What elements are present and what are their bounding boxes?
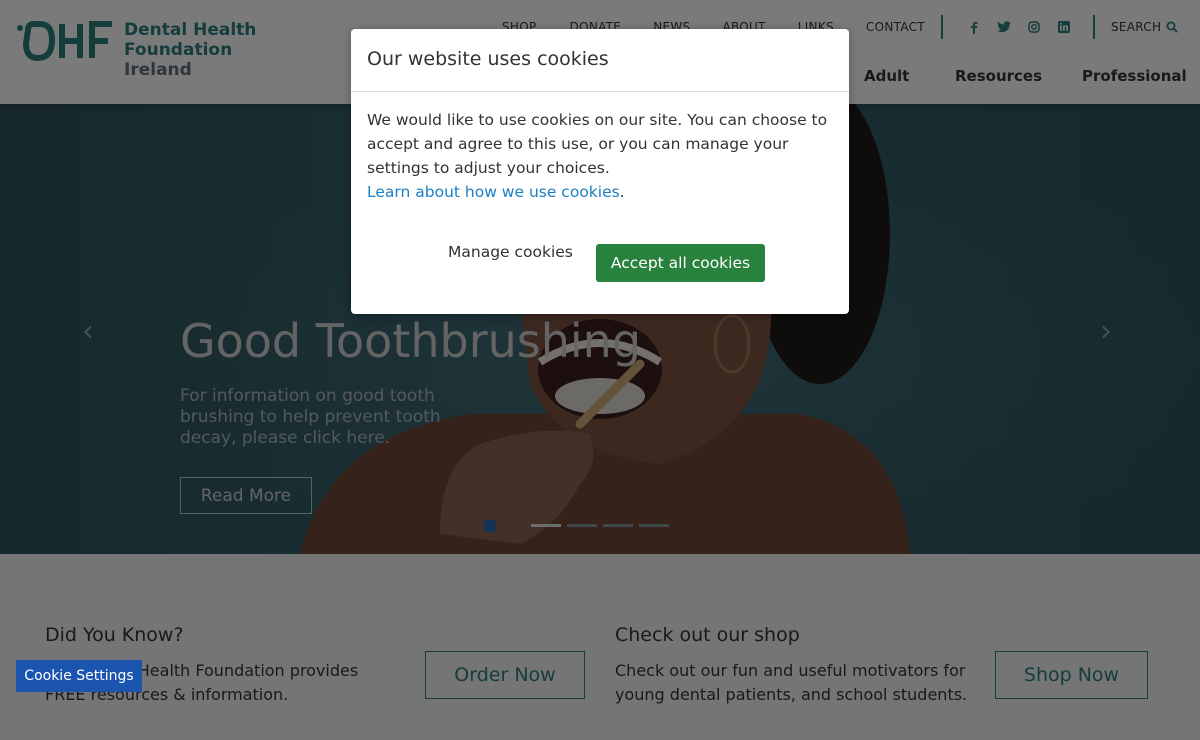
cookie-settings-button[interactable]: Cookie Settings [16,660,142,692]
link-suffix: . [619,183,625,201]
accept-all-cookies-button[interactable]: Accept all cookies [596,244,765,282]
learn-cookies-link[interactable]: Learn about how we use cookies [367,183,620,201]
cookie-consent-modal: Our website uses cookies We would like t… [351,29,849,314]
modal-title: Our website uses cookies [367,48,609,70]
manage-cookies-button[interactable]: Manage cookies [448,243,573,261]
modal-divider [351,91,849,92]
modal-body-text: We would like to use cookies on our site… [367,111,828,177]
modal-body: We would like to use cookies on our site… [367,108,837,204]
